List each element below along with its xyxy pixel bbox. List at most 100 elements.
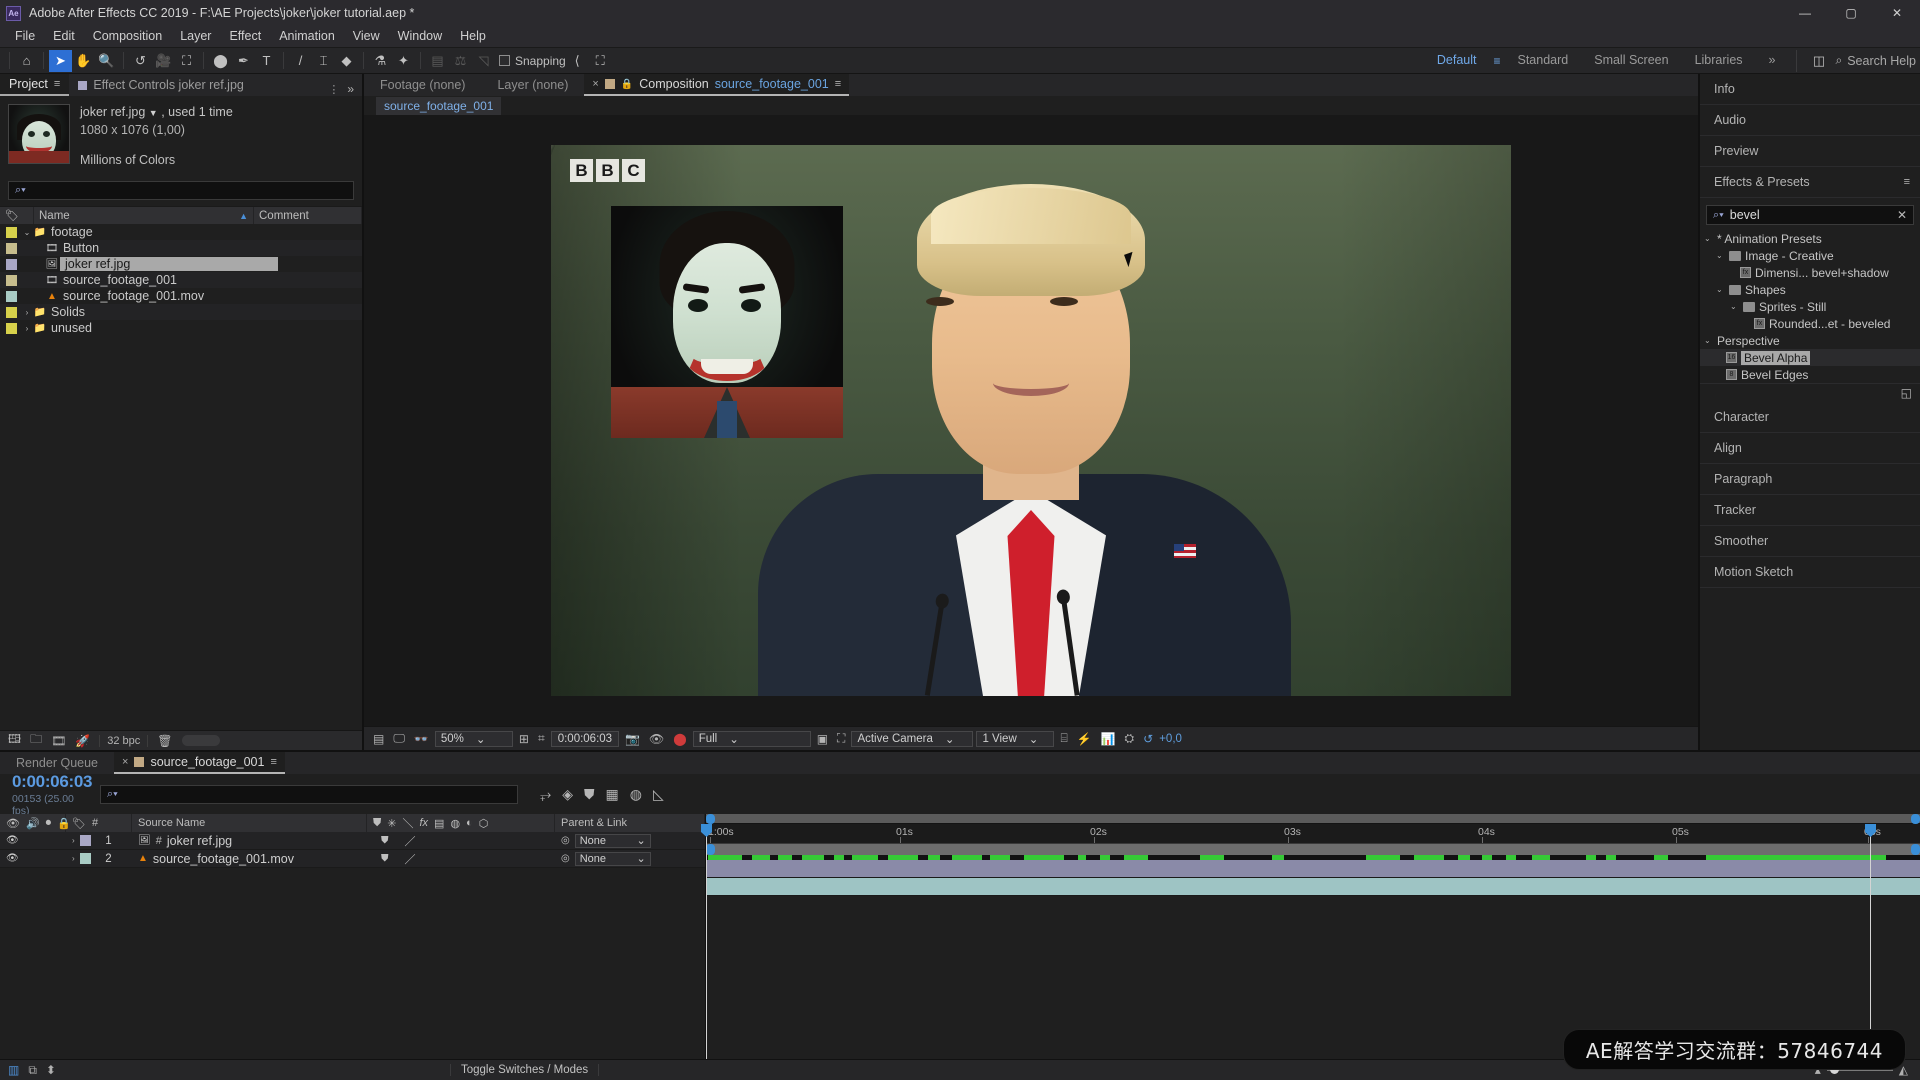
quality-icon[interactable]: ／: [405, 851, 416, 867]
search-help-area[interactable]: ◫ ⌕ Search Help: [1796, 49, 1916, 72]
label-swatch[interactable]: [79, 835, 91, 846]
delete-icon[interactable]: 🗑: [157, 734, 172, 748]
panel-align[interactable]: Align: [1700, 433, 1920, 464]
timeline-panel-menu-icon[interactable]: ≡: [270, 756, 276, 768]
motion-blur-icon[interactable]: ◍: [630, 786, 642, 803]
hide-shy-layers-icon[interactable]: ⛊: [584, 786, 595, 803]
project-panel-menu-icon[interactable]: ≡: [54, 78, 60, 90]
eye-icon[interactable]: 👁: [6, 853, 19, 864]
anchor-point-tool-icon[interactable]: ⛶: [175, 50, 198, 72]
column-comment[interactable]: Comment: [254, 206, 362, 225]
workspace-standard[interactable]: Standard: [1505, 47, 1582, 74]
layer-switches[interactable]: ⛊ ／: [367, 832, 555, 850]
project-row-footage[interactable]: ⌄ 📁 footage: [0, 224, 362, 240]
layer-bar-joker-ref[interactable]: [706, 860, 1920, 878]
new-animation-preset-icon[interactable]: ◱: [1901, 386, 1912, 400]
toggle-switches-modes-button[interactable]: Toggle Switches / Modes: [449, 1064, 600, 1076]
current-timecode[interactable]: 0:00:06:03: [12, 772, 92, 792]
twirl-icon[interactable]: ⌄: [1704, 336, 1713, 345]
tab-composition[interactable]: × 🔒 Composition source_footage_001 ≡: [584, 74, 850, 96]
label-swatch[interactable]: [6, 306, 17, 318]
rocket-icon[interactable]: 🚀: [75, 734, 90, 748]
lock-icon[interactable]: 🔒: [621, 79, 633, 90]
snapshot-icon[interactable]: 📷: [622, 732, 643, 746]
pixel-aspect-icon[interactable]: ⛶: [834, 731, 848, 746]
layer-bar-source-footage[interactable]: [706, 878, 1920, 896]
workspace-small-screen[interactable]: Small Screen: [1581, 47, 1681, 74]
project-row-unused[interactable]: › 📁 unused: [0, 320, 362, 336]
tab-footage[interactable]: Footage (none): [364, 74, 481, 96]
menu-layer[interactable]: Layer: [171, 26, 220, 47]
panel-paragraph[interactable]: Paragraph: [1700, 464, 1920, 495]
composition-viewport[interactable]: B B C: [364, 115, 1698, 726]
viewer-timecode[interactable]: 0:00:06:03: [550, 730, 620, 747]
hand-tool-icon[interactable]: ✋: [72, 50, 95, 72]
menu-composition[interactable]: Composition: [84, 26, 171, 47]
parent-select[interactable]: None ⌄: [574, 851, 651, 866]
layer-av-toggles[interactable]: 👁: [0, 832, 66, 850]
source-name-header[interactable]: Source Name: [132, 814, 367, 832]
home-icon[interactable]: ⌂: [15, 50, 38, 72]
snap-angle-icon[interactable]: ⟨: [566, 50, 589, 72]
project-row-source-footage-mov[interactable]: ▲ source_footage_001.mov: [0, 288, 362, 304]
twirl-icon[interactable]: ⌄: [1704, 234, 1713, 243]
label-swatch[interactable]: [6, 258, 17, 270]
panel-options-icon[interactable]: ⋮: [328, 83, 339, 96]
pan-behind-icon[interactable]: ⬍: [46, 1063, 56, 1077]
zoom-tool-icon[interactable]: 🔍: [95, 50, 118, 72]
snap-grid-icon[interactable]: ⛶: [589, 50, 612, 72]
fx-row-shapes[interactable]: ⌄ Shapes: [1700, 281, 1920, 298]
draft-3d-icon[interactable]: ◈: [562, 786, 573, 803]
project-row-joker-ref[interactable]: 🖼 joker ref.jpg: [0, 256, 362, 272]
twirl-icon[interactable]: ⌄: [1730, 302, 1739, 311]
brush-tool-icon[interactable]: /: [289, 50, 312, 72]
time-ruler[interactable]: 1:00s 01s 02s 03s 04s 05s 06s: [706, 824, 1920, 844]
toggle-alpha-icon[interactable]: ▣: [814, 732, 831, 746]
label-swatch[interactable]: [79, 853, 91, 864]
minimize-button[interactable]: —: [1782, 0, 1828, 26]
timeline-search-input[interactable]: ⌕▾: [100, 784, 518, 804]
panel-motion-sketch[interactable]: Motion Sketch: [1700, 557, 1920, 588]
clear-search-icon[interactable]: ✕: [1897, 208, 1907, 222]
toggle-grid-icon[interactable]: ⌗: [535, 731, 548, 746]
panel-smoother[interactable]: Smoother: [1700, 526, 1920, 557]
eraser-tool-icon[interactable]: ◆: [335, 50, 358, 72]
composition-canvas[interactable]: B B C: [551, 145, 1511, 696]
channel-icon[interactable]: ⬤: [670, 732, 689, 746]
graph-editor-icon[interactable]: ◺: [653, 786, 664, 803]
workspace-overflow-icon[interactable]: »: [1756, 47, 1789, 74]
label-swatch[interactable]: [6, 242, 17, 254]
snapping-toggle[interactable]: Snapping: [499, 54, 566, 68]
workspace-default[interactable]: Default: [1424, 47, 1490, 74]
label-swatch[interactable]: [6, 290, 17, 302]
close-button[interactable]: ✕: [1874, 0, 1920, 26]
label-swatch[interactable]: [6, 226, 17, 238]
label-swatch[interactable]: [6, 274, 17, 286]
workspace-libraries[interactable]: Libraries: [1682, 47, 1756, 74]
frame-blending-icon[interactable]: ▦: [605, 786, 618, 803]
parent-select[interactable]: None ⌄: [574, 833, 651, 848]
fx-row-bevel-alpha[interactable]: 16 Bevel Alpha: [1700, 349, 1920, 366]
project-row-button[interactable]: 🎞 Button: [0, 240, 362, 256]
quality-icon[interactable]: ／: [405, 833, 416, 849]
timeline-work-area-bar[interactable]: [706, 844, 1920, 855]
menu-view[interactable]: View: [344, 26, 389, 47]
footage-icon[interactable]: 🎞: [51, 734, 66, 748]
timeline-track-area[interactable]: 1:00s 01s 02s 03s 04s 05s 06s: [701, 814, 1920, 1059]
panel-character[interactable]: Character: [1700, 402, 1920, 433]
playhead-current[interactable]: [1865, 824, 1876, 1059]
menu-edit[interactable]: Edit: [44, 26, 84, 47]
pen-tool-icon[interactable]: ✒: [232, 50, 255, 72]
align-left-icon[interactable]: ▤: [426, 50, 449, 72]
playhead-start[interactable]: [701, 824, 712, 1059]
parent-pick-whip-icon[interactable]: ◎: [561, 835, 570, 846]
search-help-input[interactable]: Search Help: [1847, 54, 1916, 68]
layer-parent-link[interactable]: ◎ None ⌄: [555, 832, 705, 850]
fx-row-rounded-beveled[interactable]: fx Rounded...et - beveled: [1700, 315, 1920, 332]
fx-row-sprites-still[interactable]: ⌄ Sprites - Still: [1700, 298, 1920, 315]
subtab-source-footage[interactable]: source_footage_001: [376, 96, 502, 115]
panel-tracker[interactable]: Tracker: [1700, 495, 1920, 526]
resolution-select[interactable]: Full ⌄: [692, 730, 811, 747]
refresh-icon[interactable]: ↺: [1140, 732, 1156, 746]
effects-search-field[interactable]: ⌕▾ ✕: [1706, 205, 1914, 225]
